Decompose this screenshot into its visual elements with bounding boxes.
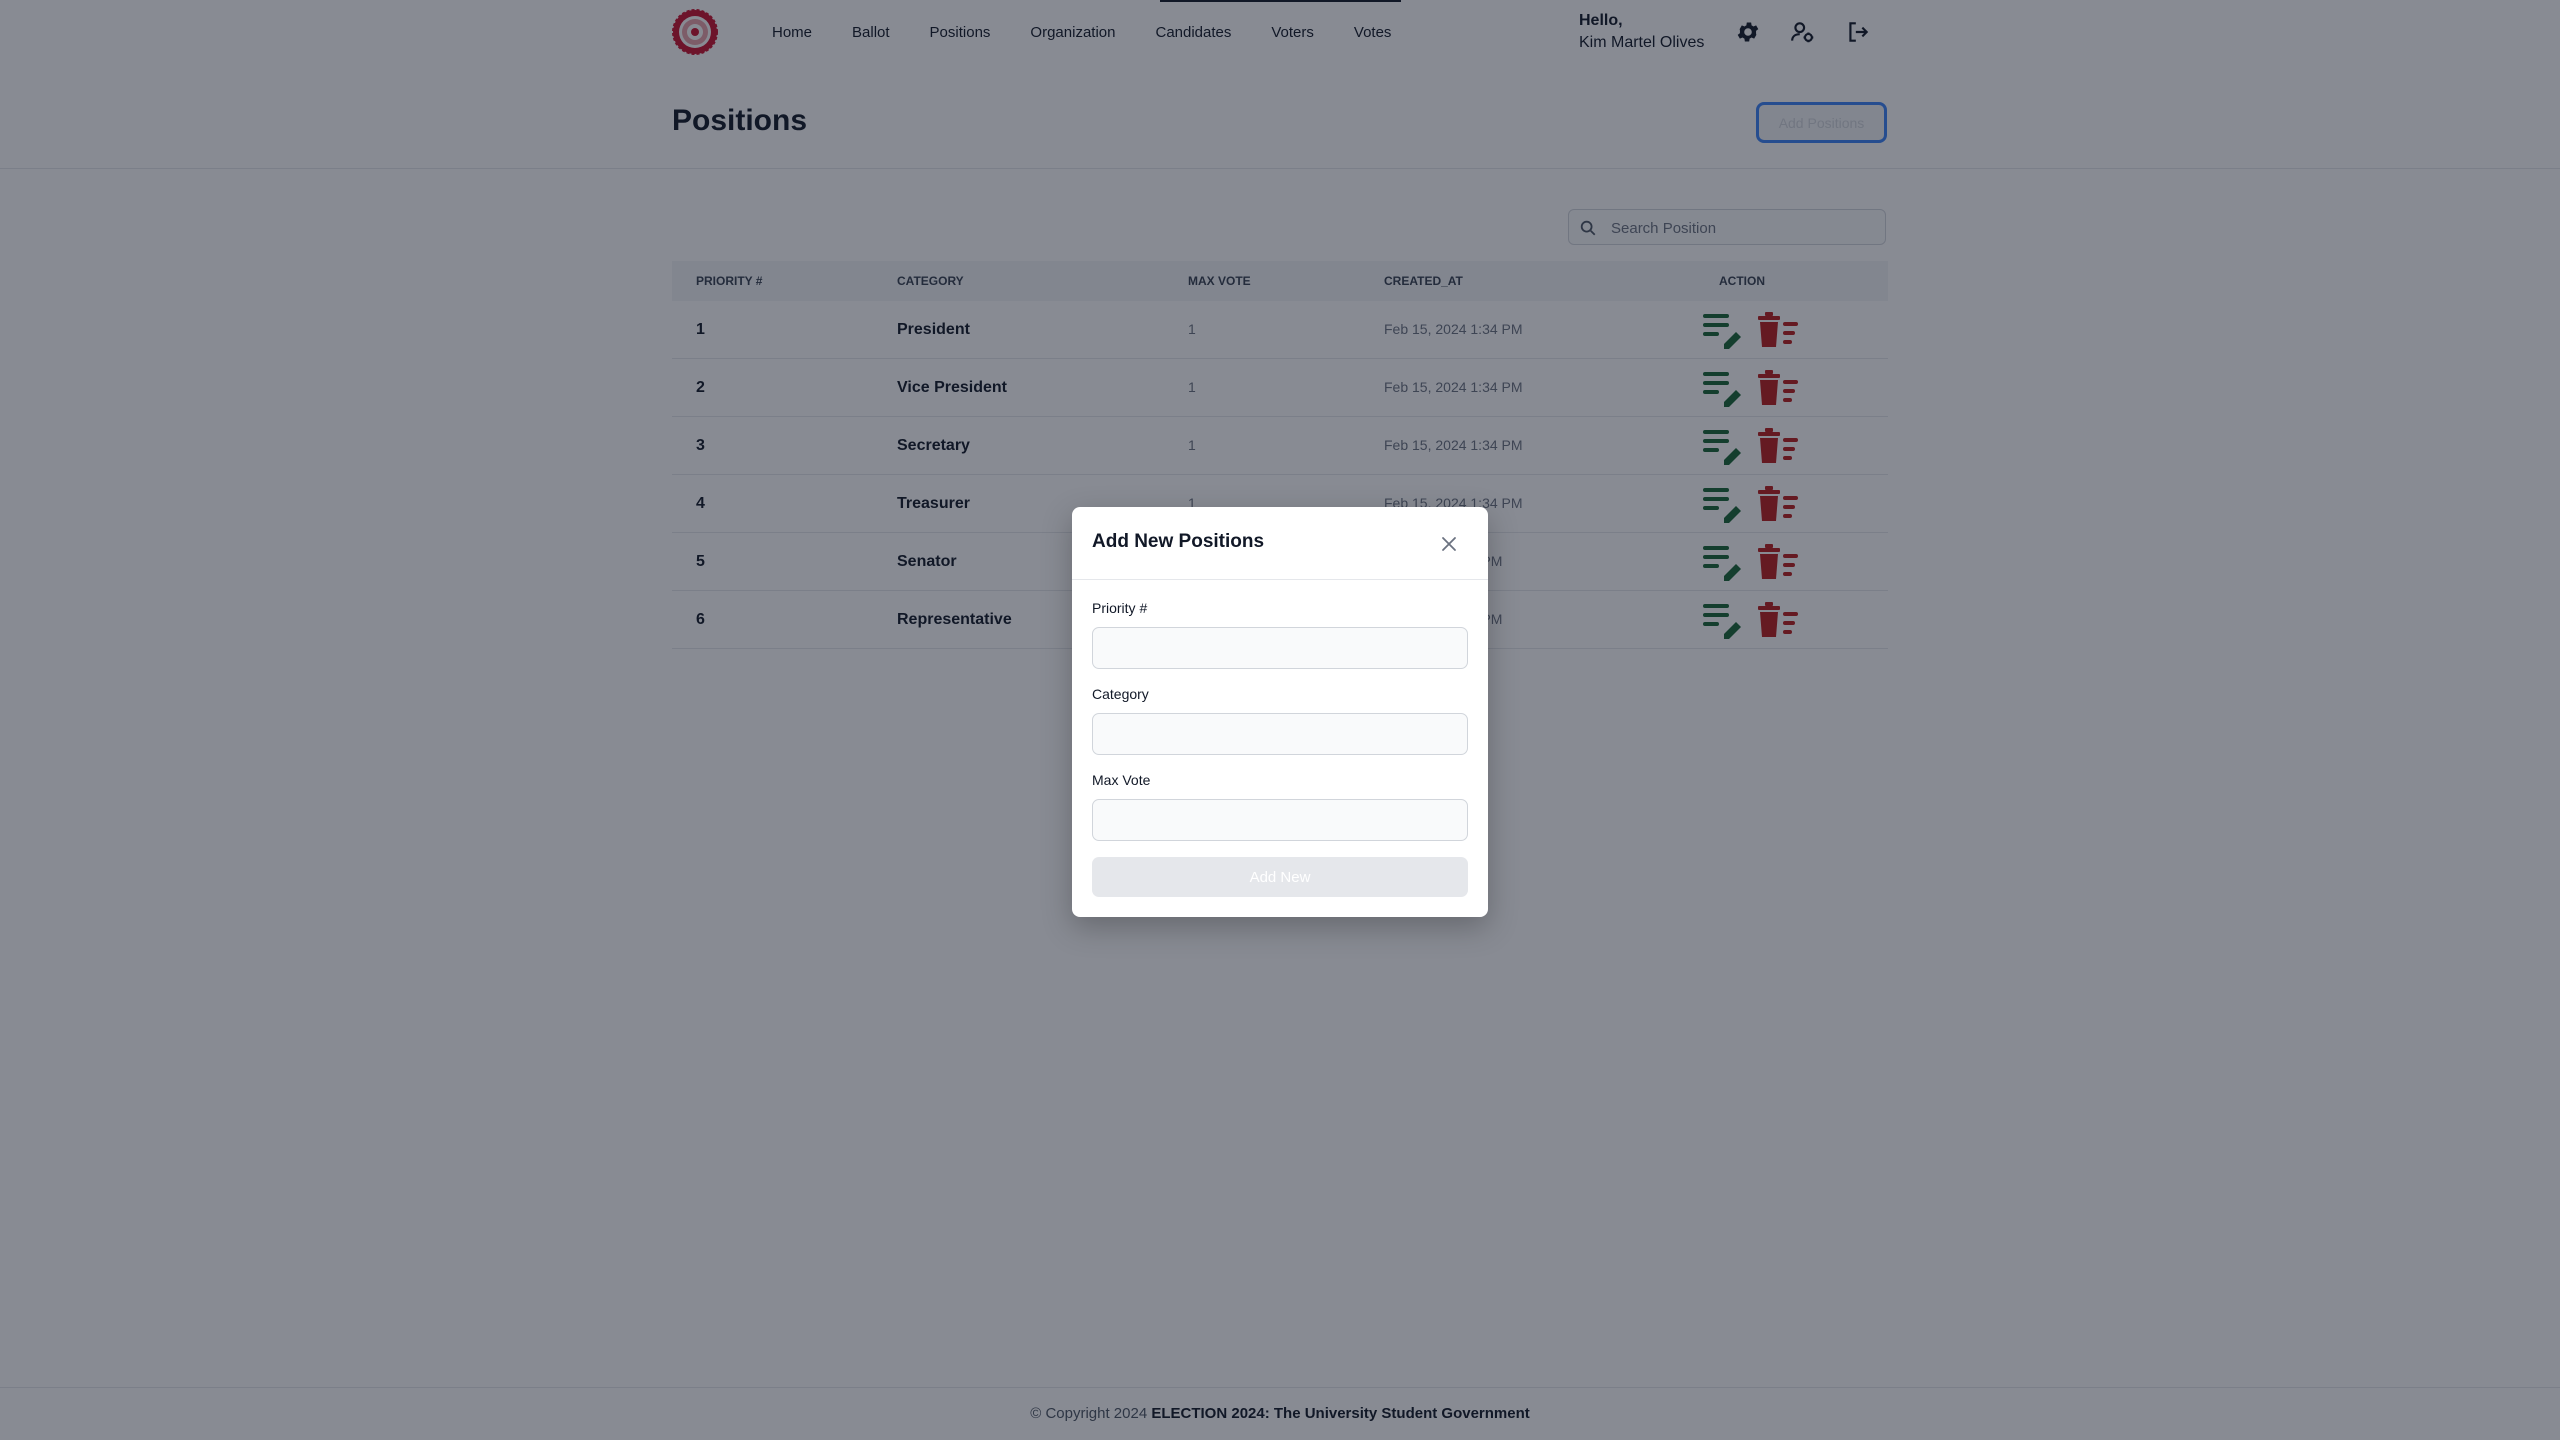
close-icon[interactable] — [1434, 529, 1464, 559]
priority-input[interactable] — [1092, 627, 1468, 669]
category-input[interactable] — [1092, 713, 1468, 755]
modal-header: Add New Positions — [1072, 507, 1488, 580]
modal-title: Add New Positions — [1092, 531, 1265, 552]
add-new-button[interactable]: Add New — [1092, 857, 1468, 897]
max-vote-input[interactable] — [1092, 799, 1468, 841]
category-label: Category — [1092, 686, 1149, 702]
priority-label: Priority # — [1092, 600, 1148, 616]
add-position-modal: Add New Positions Priority # Category Ma… — [1072, 507, 1488, 917]
max-vote-label: Max Vote — [1092, 772, 1151, 788]
